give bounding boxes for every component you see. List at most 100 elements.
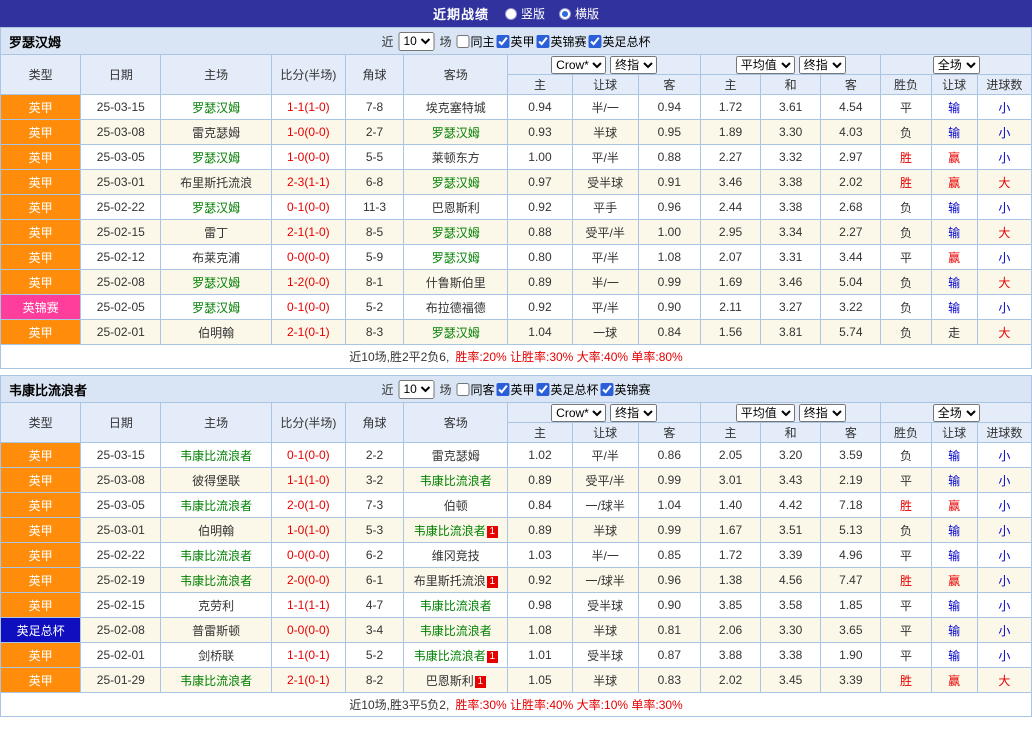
checkbox-input[interactable] bbox=[537, 383, 550, 396]
filter-checkbox-2[interactable]: 英足总杯 bbox=[537, 381, 599, 398]
checkbox-input[interactable] bbox=[497, 383, 510, 396]
away-team-cell[interactable]: 韦康比流浪者 bbox=[404, 593, 508, 618]
match-count-select[interactable]: 10 bbox=[398, 380, 434, 399]
home-team-cell[interactable]: 韦康比流浪者 bbox=[161, 568, 271, 593]
team-link[interactable]: 布莱克浦 bbox=[192, 251, 240, 265]
team-link[interactable]: 布里斯托流浪 bbox=[180, 176, 252, 190]
home-team-cell[interactable]: 布里斯托流浪 bbox=[161, 170, 271, 195]
layout-radio-option-1[interactable]: 横版 bbox=[559, 5, 599, 22]
away-team-cell[interactable]: 什鲁斯伯里 bbox=[404, 270, 508, 295]
filter-checkbox-1[interactable]: 英甲 bbox=[497, 33, 535, 50]
away-team-cell[interactable]: 巴恩斯利1 bbox=[404, 668, 508, 693]
home-team-cell[interactable]: 伯明翰 bbox=[161, 320, 271, 345]
home-team-cell[interactable]: 韦康比流浪者 bbox=[161, 493, 271, 518]
team-link[interactable]: 罗瑟汉姆 bbox=[432, 176, 480, 190]
home-team-cell[interactable]: 雷丁 bbox=[161, 220, 271, 245]
team-link[interactable]: 韦康比流浪者 bbox=[420, 624, 492, 638]
filter-checkbox-3[interactable]: 英足总杯 bbox=[589, 33, 651, 50]
team-link[interactable]: 罗瑟汉姆 bbox=[192, 101, 240, 115]
team-link[interactable]: 克劳利 bbox=[198, 599, 234, 613]
away-team-cell[interactable]: 罗瑟汉姆 bbox=[404, 170, 508, 195]
home-team-cell[interactable]: 罗瑟汉姆 bbox=[161, 195, 271, 220]
team-link[interactable]: 罗瑟汉姆 bbox=[432, 251, 480, 265]
team-link[interactable]: 罗瑟汉姆 bbox=[192, 201, 240, 215]
team-link[interactable]: 埃克塞特城 bbox=[426, 101, 486, 115]
away-team-cell[interactable]: 韦康比流浪者 bbox=[404, 468, 508, 493]
home-team-cell[interactable]: 韦康比流浪者 bbox=[161, 443, 271, 468]
team-link[interactable]: 韦康比流浪者 bbox=[180, 549, 252, 563]
team-link[interactable]: 韦康比流浪者 bbox=[180, 449, 252, 463]
away-team-cell[interactable]: 伯顿 bbox=[404, 493, 508, 518]
away-team-cell[interactable]: 维冈竞技 bbox=[404, 543, 508, 568]
filter-checkbox-2[interactable]: 英锦赛 bbox=[537, 33, 587, 50]
team-link[interactable]: 雷丁 bbox=[204, 226, 228, 240]
home-team-cell[interactable]: 布莱克浦 bbox=[161, 245, 271, 270]
team-link[interactable]: 伯明翰 bbox=[198, 524, 234, 538]
team-link[interactable]: 布里斯托流浪 bbox=[414, 574, 486, 588]
radio-icon[interactable] bbox=[559, 8, 571, 20]
team-link[interactable]: 彼得堡联 bbox=[192, 474, 240, 488]
scope-select[interactable]: 全场 bbox=[933, 56, 980, 74]
team-link[interactable]: 罗瑟汉姆 bbox=[192, 276, 240, 290]
odds-source-select[interactable]: Crow* bbox=[551, 56, 606, 74]
team-link[interactable]: 罗瑟汉姆 bbox=[432, 326, 480, 340]
home-team-cell[interactable]: 罗瑟汉姆 bbox=[161, 270, 271, 295]
away-team-cell[interactable]: 布里斯托流浪1 bbox=[404, 568, 508, 593]
team-link[interactable]: 罗瑟汉姆 bbox=[432, 126, 480, 140]
euro-type-select[interactable]: 终指 bbox=[799, 404, 846, 422]
team-link[interactable]: 韦康比流浪者 bbox=[180, 499, 252, 513]
home-team-cell[interactable]: 罗瑟汉姆 bbox=[161, 145, 271, 170]
away-team-cell[interactable]: 雷克瑟姆 bbox=[404, 443, 508, 468]
radio-icon[interactable] bbox=[505, 8, 517, 20]
home-team-cell[interactable]: 伯明翰 bbox=[161, 518, 271, 543]
scope-select[interactable]: 全场 bbox=[933, 404, 980, 422]
filter-checkbox-1[interactable]: 英甲 bbox=[497, 381, 535, 398]
filter-checkbox-3[interactable]: 英锦赛 bbox=[601, 381, 651, 398]
filter-checkbox-0[interactable]: 同客 bbox=[456, 381, 494, 398]
team-link[interactable]: 维冈竞技 bbox=[432, 549, 480, 563]
team-link[interactable]: 韦康比流浪者 bbox=[420, 599, 492, 613]
euro-type-select[interactable]: 终指 bbox=[799, 56, 846, 74]
odds-type-select[interactable]: 终指 bbox=[610, 404, 657, 422]
team-link[interactable]: 伯明翰 bbox=[198, 326, 234, 340]
checkbox-input[interactable] bbox=[497, 35, 510, 48]
home-team-cell[interactable]: 韦康比流浪者 bbox=[161, 668, 271, 693]
away-team-cell[interactable]: 罗瑟汉姆 bbox=[404, 120, 508, 145]
layout-radio-option-0[interactable]: 竖版 bbox=[505, 5, 545, 22]
team-link[interactable]: 巴恩斯利 bbox=[426, 674, 474, 688]
team-link[interactable]: 韦康比流浪者 bbox=[180, 674, 252, 688]
team-link[interactable]: 罗瑟汉姆 bbox=[192, 301, 240, 315]
team-link[interactable]: 罗瑟汉姆 bbox=[192, 151, 240, 165]
home-team-cell[interactable]: 克劳利 bbox=[161, 593, 271, 618]
home-team-cell[interactable]: 彼得堡联 bbox=[161, 468, 271, 493]
checkbox-input[interactable] bbox=[537, 35, 550, 48]
team-link[interactable]: 韦康比流浪者 bbox=[414, 649, 486, 663]
team-link[interactable]: 剑桥联 bbox=[198, 649, 234, 663]
away-team-cell[interactable]: 埃克塞特城 bbox=[404, 95, 508, 120]
away-team-cell[interactable]: 韦康比流浪者 bbox=[404, 618, 508, 643]
home-team-cell[interactable]: 罗瑟汉姆 bbox=[161, 95, 271, 120]
away-team-cell[interactable]: 罗瑟汉姆 bbox=[404, 320, 508, 345]
away-team-cell[interactable]: 莱顿东方 bbox=[404, 145, 508, 170]
team-link[interactable]: 什鲁斯伯里 bbox=[426, 276, 486, 290]
away-team-cell[interactable]: 巴恩斯利 bbox=[404, 195, 508, 220]
team-link[interactable]: 伯顿 bbox=[444, 499, 468, 513]
away-team-cell[interactable]: 罗瑟汉姆 bbox=[404, 220, 508, 245]
home-team-cell[interactable]: 普雷斯顿 bbox=[161, 618, 271, 643]
team-link[interactable]: 雷克瑟姆 bbox=[192, 126, 240, 140]
checkbox-input[interactable] bbox=[589, 35, 602, 48]
euro-source-select[interactable]: 平均值 bbox=[736, 404, 795, 422]
team-link[interactable]: 布拉德福德 bbox=[426, 301, 486, 315]
team-link[interactable]: 罗瑟汉姆 bbox=[432, 226, 480, 240]
away-team-cell[interactable]: 韦康比流浪者1 bbox=[404, 518, 508, 543]
team-link[interactable]: 普雷斯顿 bbox=[192, 624, 240, 638]
match-count-select[interactable]: 10 bbox=[398, 32, 434, 51]
team-link[interactable]: 韦康比流浪者 bbox=[414, 524, 486, 538]
checkbox-input[interactable] bbox=[456, 383, 469, 396]
team-link[interactable]: 巴恩斯利 bbox=[432, 201, 480, 215]
home-team-cell[interactable]: 韦康比流浪者 bbox=[161, 543, 271, 568]
away-team-cell[interactable]: 布拉德福德 bbox=[404, 295, 508, 320]
euro-source-select[interactable]: 平均值 bbox=[736, 56, 795, 74]
home-team-cell[interactable]: 雷克瑟姆 bbox=[161, 120, 271, 145]
away-team-cell[interactable]: 韦康比流浪者1 bbox=[404, 643, 508, 668]
